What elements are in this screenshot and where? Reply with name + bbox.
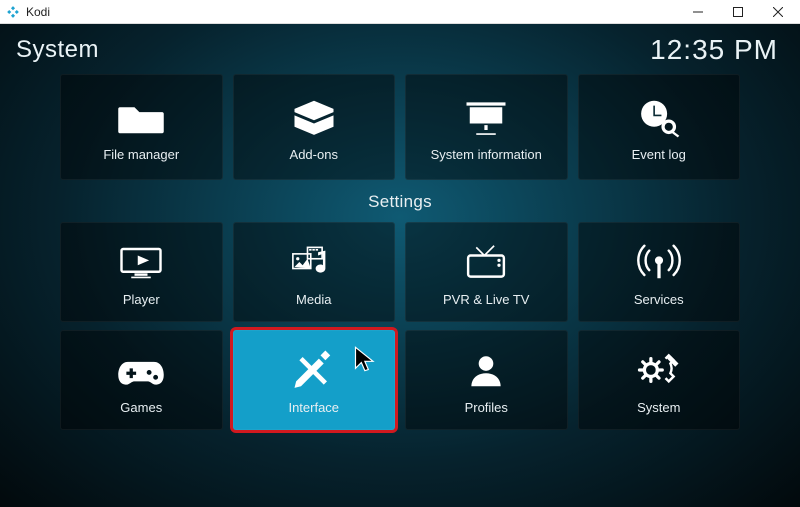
- tile-player[interactable]: Player: [60, 222, 223, 322]
- close-button[interactable]: [758, 0, 798, 24]
- gamepad-icon: [115, 346, 167, 394]
- kodi-app-body: System 12:35 PM File manager Add-ons: [0, 24, 800, 507]
- tile-system[interactable]: System: [578, 330, 741, 430]
- tile-add-ons[interactable]: Add-ons: [233, 74, 396, 180]
- media-icon: [288, 238, 340, 286]
- tile-label: Profiles: [465, 400, 508, 415]
- tile-services[interactable]: Services: [578, 222, 741, 322]
- tile-label: Games: [120, 400, 162, 415]
- tile-label: PVR & Live TV: [443, 292, 529, 307]
- clock: 12:35 PM: [650, 34, 778, 66]
- top-row: File manager Add-ons System information …: [60, 74, 740, 180]
- tile-label: System information: [431, 147, 542, 162]
- presentation-icon: [460, 93, 512, 141]
- play-monitor-icon: [115, 238, 167, 286]
- tile-label: Event log: [632, 147, 686, 162]
- tile-media[interactable]: Media: [233, 222, 396, 322]
- pencil-ruler-icon: [288, 346, 340, 394]
- tile-label: Media: [296, 292, 331, 307]
- tile-profiles[interactable]: Profiles: [405, 330, 568, 430]
- broadcast-icon: [633, 238, 685, 286]
- profile-icon: [460, 346, 512, 394]
- window-titlebar: Kodi: [0, 0, 800, 24]
- tile-label: Interface: [288, 400, 339, 415]
- tile-pvr[interactable]: PVR & Live TV: [405, 222, 568, 322]
- tile-system-information[interactable]: System information: [405, 74, 568, 180]
- tile-label: System: [637, 400, 680, 415]
- tile-interface[interactable]: Interface: [233, 330, 396, 430]
- tv-icon: [460, 238, 512, 286]
- tile-event-log[interactable]: Event log: [578, 74, 741, 180]
- tile-label: Services: [634, 292, 684, 307]
- page-title: System: [16, 36, 99, 64]
- maximize-button[interactable]: [718, 0, 758, 24]
- box-icon: [288, 93, 340, 141]
- kodi-app-icon: [6, 5, 20, 19]
- folder-icon: [115, 93, 167, 141]
- clock-search-icon: [633, 93, 685, 141]
- settings-row-2: Games Interface Profiles System: [60, 330, 740, 430]
- header: System 12:35 PM: [0, 24, 800, 72]
- window-title: Kodi: [26, 5, 50, 19]
- tile-label: Add-ons: [290, 147, 338, 162]
- settings-row-1: Player Media PVR & Live TV Services: [60, 222, 740, 322]
- tile-label: File manager: [103, 147, 179, 162]
- gear-tools-icon: [633, 346, 685, 394]
- settings-heading: Settings: [60, 192, 740, 212]
- tile-label: Player: [123, 292, 160, 307]
- minimize-button[interactable]: [678, 0, 718, 24]
- cursor-icon: [352, 345, 380, 373]
- tile-file-manager[interactable]: File manager: [60, 74, 223, 180]
- tile-games[interactable]: Games: [60, 330, 223, 430]
